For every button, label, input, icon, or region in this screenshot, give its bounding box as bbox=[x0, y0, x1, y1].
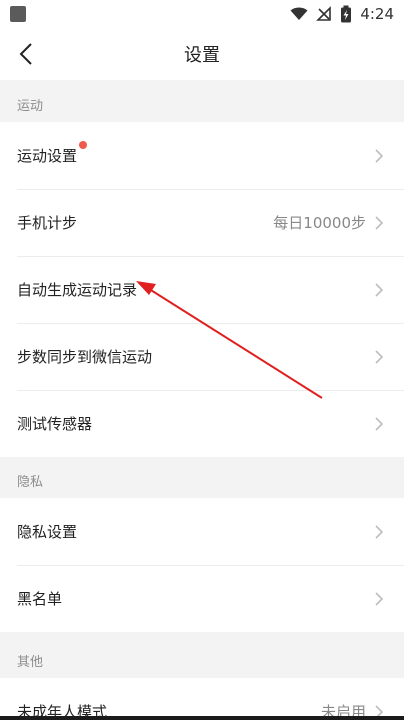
row-blacklist[interactable]: 黑名单 bbox=[0, 565, 404, 632]
back-button[interactable] bbox=[12, 40, 40, 68]
chevron-right-icon bbox=[375, 525, 384, 539]
row-privacy-settings[interactable]: 隐私设置 bbox=[0, 498, 404, 565]
row-sync-wechat-sport[interactable]: 步数同步到微信运动 bbox=[0, 323, 404, 390]
section-header-sport: 运动 bbox=[0, 84, 404, 124]
navigation-bar bbox=[0, 716, 404, 720]
row-label: 自动生成运动记录 bbox=[17, 281, 138, 299]
row-label: 黑名单 bbox=[17, 590, 63, 608]
row-sport-settings[interactable]: 运动设置 bbox=[0, 122, 404, 189]
row-test-sensor[interactable]: 测试传感器 bbox=[0, 390, 404, 457]
chevron-right-icon bbox=[375, 149, 384, 163]
no-signal-icon bbox=[316, 6, 332, 21]
chevron-right-icon bbox=[375, 283, 384, 297]
app-header: 设置 bbox=[0, 28, 404, 80]
chevron-right-icon bbox=[375, 592, 384, 606]
other-settings-group: 未成年人模式 未启用 bbox=[0, 678, 404, 720]
notification-icon bbox=[10, 6, 26, 22]
row-label: 步数同步到微信运动 bbox=[17, 348, 153, 366]
status-bar: 4:24 bbox=[0, 0, 404, 28]
new-badge-dot bbox=[79, 141, 88, 149]
privacy-settings-group: 隐私设置 黑名单 bbox=[0, 498, 404, 632]
row-auto-generate-records[interactable]: 自动生成运动记录 bbox=[0, 256, 404, 323]
settings-screen: 4:24 设置 运动 运动设置 手机计步 每日10000步 自动生成运动记录 步… bbox=[0, 0, 404, 720]
section-header-other: 其他 bbox=[0, 640, 404, 680]
sport-settings-group: 运动设置 手机计步 每日10000步 自动生成运动记录 步数同步到微信运动 测试… bbox=[0, 122, 404, 457]
row-label: 测试传感器 bbox=[17, 415, 93, 433]
chevron-left-icon bbox=[19, 43, 32, 65]
row-label: 运动设置 bbox=[17, 141, 88, 166]
section-header-privacy: 隐私 bbox=[0, 460, 404, 500]
page-title: 设置 bbox=[184, 45, 220, 66]
row-label: 手机计步 bbox=[17, 214, 78, 232]
battery-charging-icon bbox=[341, 5, 352, 23]
clock: 4:24 bbox=[360, 5, 394, 23]
row-minor-mode[interactable]: 未成年人模式 未启用 bbox=[0, 678, 404, 720]
status-icons: 4:24 bbox=[290, 5, 394, 23]
row-phone-pedometer[interactable]: 手机计步 每日10000步 bbox=[0, 189, 404, 256]
wifi-icon bbox=[290, 7, 308, 20]
row-value: 每日10000步 bbox=[273, 214, 366, 232]
chevron-right-icon bbox=[375, 350, 384, 364]
chevron-right-icon bbox=[375, 216, 384, 230]
row-label: 隐私设置 bbox=[17, 523, 78, 541]
chevron-right-icon bbox=[375, 417, 384, 431]
